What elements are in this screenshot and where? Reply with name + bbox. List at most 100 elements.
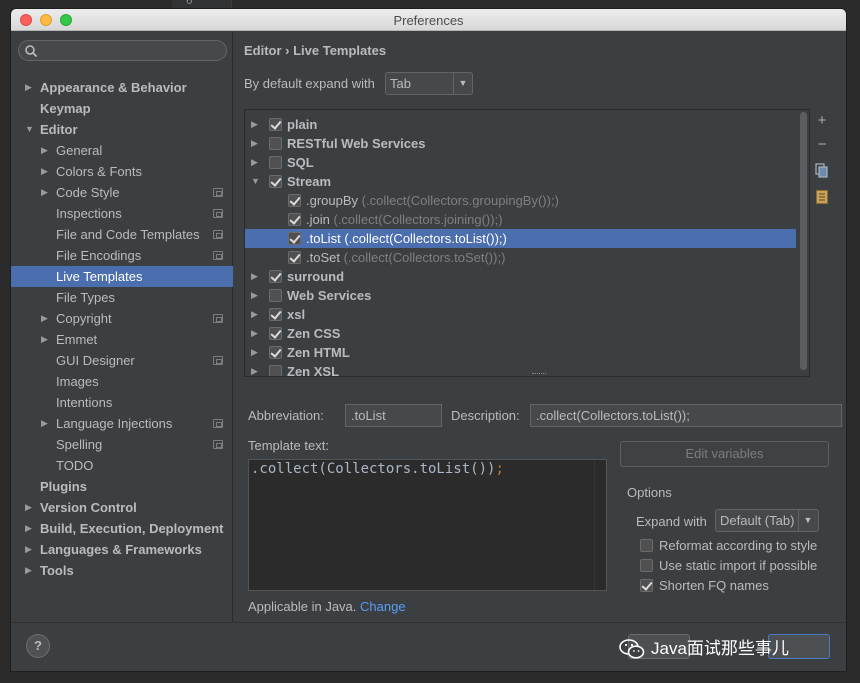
template-checkbox[interactable] — [288, 251, 301, 264]
option-checkbox[interactable] — [640, 559, 653, 572]
template-icon[interactable] — [812, 186, 832, 208]
search-icon — [25, 45, 38, 58]
sidebar-item[interactable]: File Types — [11, 287, 233, 308]
template-checkbox[interactable] — [269, 137, 282, 150]
template-text-editor[interactable]: .collect(Collectors.toList()); — [248, 459, 607, 591]
sidebar-item[interactable]: ▶ Emmet — [11, 329, 233, 350]
template-checkbox[interactable] — [288, 232, 301, 245]
sidebar-item[interactable]: ▶ General — [11, 140, 233, 161]
chevron-right-icon[interactable]: ▶ — [41, 329, 51, 350]
template-checkbox[interactable] — [269, 270, 282, 283]
sidebar-item[interactable]: ▶ Build, Execution, Deployment — [11, 518, 233, 539]
chevron-right-icon[interactable]: ▶ — [41, 308, 51, 329]
template-group-row[interactable]: ▶ surround — [245, 267, 809, 286]
chevron-down-icon[interactable]: ▼ — [251, 172, 260, 191]
project-scope-icon — [213, 314, 223, 323]
sidebar-item[interactable]: ▼ Editor — [11, 119, 233, 140]
dialog-footer: ? Java面试那些事儿 — [11, 622, 846, 671]
copy-icon[interactable] — [812, 160, 832, 182]
sidebar-item[interactable]: Live Templates — [11, 266, 233, 287]
edit-variables-button[interactable]: Edit variables — [620, 441, 829, 467]
template-group-row[interactable]: ▶ Zen CSS — [245, 324, 809, 343]
chevron-right-icon[interactable]: ▶ — [41, 140, 51, 161]
template-checkbox[interactable] — [288, 194, 301, 207]
template-group-row[interactable]: ▶ SQL — [245, 153, 809, 172]
sidebar-item[interactable]: ▶ Colors & Fonts — [11, 161, 233, 182]
template-group-row[interactable]: ▼ Stream — [245, 172, 809, 191]
project-scope-icon — [213, 230, 223, 239]
template-row[interactable]: .toList (.collect(Collectors.toList());) — [245, 229, 796, 248]
template-row[interactable]: .toSet (.collect(Collectors.toSet());) — [245, 248, 809, 267]
sidebar-item[interactable]: ▶ Appearance & Behavior — [11, 77, 233, 98]
template-abbreviation: SQL — [287, 155, 314, 170]
sidebar-item[interactable]: TODO — [11, 455, 233, 476]
template-checkbox[interactable] — [269, 175, 282, 188]
sidebar-item[interactable]: Inspections — [11, 203, 233, 224]
sidebar-item[interactable]: ▶ Tools — [11, 560, 233, 581]
sidebar-item[interactable]: GUI Designer — [11, 350, 233, 371]
expand-key-select[interactable]: Tab ▼ — [385, 72, 473, 95]
template-checkbox[interactable] — [269, 327, 282, 340]
template-row[interactable]: .join (.collect(Collectors.joining());) — [245, 210, 809, 229]
resize-grip[interactable] — [532, 373, 546, 376]
minus-icon[interactable]: − — [812, 134, 832, 156]
plus-icon[interactable]: + — [812, 110, 832, 132]
template-group-row[interactable]: ▶ RESTful Web Services — [245, 134, 809, 153]
chevron-right-icon[interactable]: ▶ — [41, 161, 51, 182]
chevron-right-icon[interactable]: ▶ — [25, 560, 35, 581]
chevron-right-icon[interactable]: ▶ — [251, 267, 258, 286]
template-checkbox[interactable] — [269, 118, 282, 131]
sidebar-item[interactable]: Intentions — [11, 392, 233, 413]
chevron-right-icon[interactable]: ▶ — [251, 115, 258, 134]
sidebar-item[interactable]: ▶ Version Control — [11, 497, 233, 518]
template-group-row[interactable]: ▶ Zen HTML — [245, 343, 809, 362]
chevron-right-icon[interactable]: ▶ — [41, 413, 51, 434]
change-link[interactable]: Change — [360, 599, 406, 614]
template-checkbox[interactable] — [288, 213, 301, 226]
description-input[interactable]: .collect(Collectors.toList()); — [530, 404, 842, 427]
templates-scrollbar[interactable] — [798, 110, 809, 376]
option-checkbox[interactable] — [640, 579, 653, 592]
sidebar-item[interactable]: ▶ Copyright — [11, 308, 233, 329]
template-group-row[interactable]: ▶ Zen XSL — [245, 362, 809, 376]
sidebar-item[interactable]: Images — [11, 371, 233, 392]
template-checkbox[interactable] — [269, 289, 282, 302]
sidebar-item-label: TODO — [56, 458, 94, 473]
template-row[interactable]: .groupBy (.collect(Collectors.groupingBy… — [245, 191, 809, 210]
template-group-row[interactable]: ▶ Web Services — [245, 286, 809, 305]
template-group-row[interactable]: ▶ plain — [245, 115, 809, 134]
chevron-right-icon[interactable]: ▶ — [25, 77, 35, 98]
sidebar-item[interactable]: File Encodings — [11, 245, 233, 266]
expand-with-select[interactable]: Default (Tab) ▼ — [715, 509, 819, 532]
chevron-right-icon[interactable]: ▶ — [251, 286, 258, 305]
chevron-right-icon[interactable]: ▶ — [25, 497, 35, 518]
sidebar-item[interactable]: ▶ Code Style — [11, 182, 233, 203]
sidebar-item-label: Appearance & Behavior — [40, 80, 187, 95]
help-button[interactable]: ? — [26, 634, 50, 658]
chevron-right-icon[interactable]: ▶ — [251, 134, 258, 153]
settings-search-input[interactable] — [18, 40, 227, 61]
chevron-right-icon[interactable]: ▶ — [251, 362, 258, 376]
chevron-right-icon[interactable]: ▶ — [251, 324, 258, 343]
chevron-right-icon[interactable]: ▶ — [25, 539, 35, 560]
abbreviation-input[interactable]: .toList — [345, 404, 442, 427]
option-checkbox[interactable] — [640, 539, 653, 552]
sidebar-item[interactable]: Keymap — [11, 98, 233, 119]
template-checkbox[interactable] — [269, 156, 282, 169]
template-checkbox[interactable] — [269, 365, 282, 376]
template-checkbox[interactable] — [269, 346, 282, 359]
sidebar-item[interactable]: Plugins — [11, 476, 233, 497]
chevron-right-icon[interactable]: ▶ — [25, 518, 35, 539]
editor-scrollbar[interactable] — [594, 460, 606, 590]
chevron-right-icon[interactable]: ▶ — [41, 182, 51, 203]
template-checkbox[interactable] — [269, 308, 282, 321]
template-group-row[interactable]: ▶ xsl — [245, 305, 809, 324]
sidebar-item[interactable]: File and Code Templates — [11, 224, 233, 245]
chevron-right-icon[interactable]: ▶ — [251, 305, 258, 324]
chevron-right-icon[interactable]: ▶ — [251, 343, 258, 362]
chevron-down-icon[interactable]: ▼ — [25, 119, 35, 140]
sidebar-item[interactable]: ▶ Language Injections — [11, 413, 233, 434]
sidebar-item[interactable]: Spelling — [11, 434, 233, 455]
chevron-right-icon[interactable]: ▶ — [251, 153, 258, 172]
sidebar-item[interactable]: ▶ Languages & Frameworks — [11, 539, 233, 560]
